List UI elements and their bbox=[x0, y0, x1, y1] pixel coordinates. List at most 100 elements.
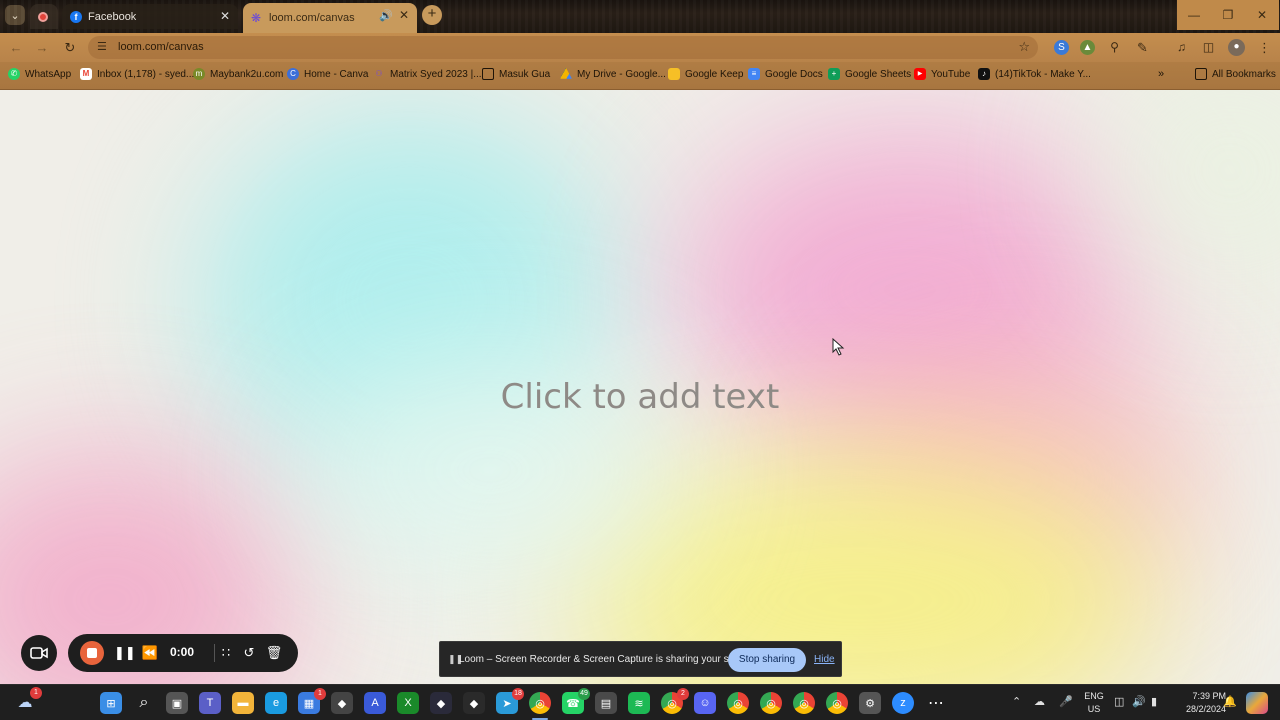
new-tab-button[interactable]: + bbox=[422, 5, 442, 25]
tab-facebook[interactable]: f Facebook ✕ bbox=[62, 4, 238, 29]
tab-loom-canvas[interactable]: ❋ loom.com/canvas 🔊 ✕ bbox=[243, 3, 417, 33]
bookmark-docs[interactable]: ≡ Google Docs bbox=[748, 68, 823, 80]
taskbar-app-start[interactable]: ⊞ bbox=[100, 692, 122, 714]
taskbar-app-teams[interactable]: T bbox=[199, 692, 221, 714]
battery-icon[interactable]: ▮ bbox=[1151, 695, 1157, 708]
taskbar-app-spotify[interactable]: ≋ bbox=[628, 692, 650, 714]
tab-title: loom.com/canvas bbox=[269, 12, 355, 24]
camera-toggle-button[interactable] bbox=[21, 635, 57, 671]
taskbar-app-zoom[interactable]: z bbox=[892, 692, 914, 714]
canvas-text-placeholder[interactable]: Click to add text bbox=[0, 377, 1280, 417]
telegram-icon: ➤ bbox=[502, 697, 512, 710]
taskbar-app-whatsapp[interactable]: ☎ 49 bbox=[562, 688, 590, 714]
delete-recording-button[interactable]: 🗑 bbox=[265, 643, 283, 663]
weather-widget[interactable]: ☁ 1 bbox=[14, 687, 42, 713]
close-icon[interactable]: ✕ bbox=[399, 8, 409, 22]
taskbar-app-xbox[interactable]: X bbox=[397, 692, 419, 714]
taskbar-app-chrome[interactable]: ◎ bbox=[529, 692, 551, 714]
tab-search-button[interactable]: ⌄ bbox=[5, 5, 25, 25]
extensions-puzzle-icon[interactable]: ✎ bbox=[1135, 40, 1150, 55]
close-icon[interactable]: ✕ bbox=[220, 9, 230, 23]
taskbar-app-chrome[interactable]: ◎ bbox=[793, 692, 815, 714]
tab-title: Facebook bbox=[88, 10, 137, 23]
minimize-button[interactable]: — bbox=[1177, 0, 1211, 30]
taskbar-app-discord[interactable]: ☺ bbox=[694, 692, 716, 714]
lens-icon[interactable]: ⚲ bbox=[1107, 40, 1122, 55]
address-bar[interactable]: ☰ loom.com/canvas ☆ bbox=[88, 36, 1038, 59]
chevron-up-icon[interactable]: ⌃ bbox=[1012, 695, 1021, 708]
taskbar-app-app[interactable]: ◆ bbox=[463, 692, 485, 714]
restart-button[interactable]: ↺ bbox=[240, 643, 258, 663]
drawing-tools-button[interactable]: ∷ bbox=[217, 643, 235, 663]
speaker-icon[interactable]: 🔊 bbox=[379, 9, 393, 22]
media-control-icon[interactable]: ♫ bbox=[1174, 40, 1189, 55]
chrome-icon: ◎ bbox=[733, 697, 743, 710]
menu-kebab-icon[interactable]: ⋮ bbox=[1257, 40, 1272, 55]
bookmarks-overflow-button[interactable]: » bbox=[1158, 68, 1164, 80]
canva-icon: C bbox=[287, 68, 299, 80]
profile-avatar[interactable]: ● bbox=[1228, 39, 1245, 56]
taskbar-app-app[interactable]: ◆ bbox=[331, 692, 353, 714]
bookmark-matrix[interactable]: ⚇ Matrix Syed 2023 |... bbox=[373, 68, 481, 80]
chrome-icon: ◎ bbox=[667, 697, 677, 710]
grid-dots-icon: ∷ bbox=[221, 645, 231, 660]
bookmark-youtube[interactable]: ▶ YouTube bbox=[914, 68, 970, 80]
microphone-icon[interactable]: 🎤 bbox=[1059, 695, 1073, 708]
sheets-icon: + bbox=[828, 68, 840, 80]
extension-icon[interactable]: S bbox=[1054, 40, 1069, 55]
hide-link[interactable]: Hide bbox=[814, 654, 835, 665]
bell-icon[interactable]: 🔔 bbox=[1223, 695, 1237, 708]
forward-button[interactable]: → bbox=[33, 39, 51, 57]
maybank-icon: m bbox=[193, 68, 205, 80]
taskbar-app-edge[interactable]: e bbox=[265, 692, 287, 714]
back-button[interactable]: ← bbox=[7, 39, 25, 57]
bookmark-maybank[interactable]: m Maybank2u.com bbox=[193, 68, 283, 80]
bookmark-whatsapp[interactable]: ✆ WhatsApp bbox=[8, 68, 71, 80]
bookmark-keep[interactable]: Google Keep bbox=[668, 68, 743, 80]
taskbar-app-calculator[interactable]: ▤ bbox=[595, 692, 617, 714]
volume-icon[interactable]: 🔊 bbox=[1132, 695, 1146, 708]
taskbar-app-telegram[interactable]: ➤ 18 bbox=[496, 688, 524, 714]
stop-sharing-button[interactable]: Stop sharing bbox=[728, 648, 806, 672]
stop-recording-button[interactable] bbox=[80, 641, 104, 665]
input-language[interactable]: ENG US bbox=[1082, 690, 1106, 716]
taskbar-app-search[interactable]: ⌕ bbox=[133, 692, 155, 714]
taskbar-app-affinity[interactable]: A bbox=[364, 692, 386, 714]
close-window-button[interactable]: ✕ bbox=[1245, 0, 1279, 30]
pause-button[interactable]: ❚❚ bbox=[114, 643, 136, 663]
taskbar-app-chrome[interactable]: ◎ bbox=[826, 692, 848, 714]
taskbar-app-chrome[interactable]: ◎ bbox=[760, 692, 782, 714]
copilot-icon[interactable] bbox=[1246, 692, 1268, 714]
bookmark-star-icon[interactable]: ☆ bbox=[1018, 39, 1030, 55]
display-icon[interactable]: ◫ bbox=[1114, 695, 1124, 708]
bookmark-sheets[interactable]: + Google Sheets bbox=[828, 68, 911, 80]
taskbar-app-settings[interactable]: ⚙ bbox=[859, 692, 881, 714]
taskbar-app-chrome[interactable]: ◎ 2 bbox=[661, 688, 689, 714]
taskbar-app-chrome[interactable]: ◎ bbox=[727, 692, 749, 714]
url-text[interactable]: loom.com/canvas bbox=[118, 41, 204, 53]
bookmark-drive[interactable]: My Drive - Google... bbox=[560, 68, 666, 80]
loom-canvas[interactable]: Click to add text bbox=[0, 90, 1280, 684]
reload-button[interactable]: ↻ bbox=[61, 39, 79, 57]
chrome-icon: ◎ bbox=[832, 697, 842, 710]
extension-icon[interactable]: ▲ bbox=[1080, 40, 1095, 55]
taskbar-app-more[interactable]: ⋯ bbox=[925, 692, 947, 714]
sharing-message: Loom – Screen Recorder & Screen Capture … bbox=[459, 654, 757, 665]
taskbar-app-app[interactable]: ◆ bbox=[430, 692, 452, 714]
taskbar-app-task-view[interactable]: ▣ bbox=[166, 692, 188, 714]
side-panel-icon[interactable]: ◫ bbox=[1201, 40, 1216, 55]
tab-recording[interactable] bbox=[30, 4, 58, 29]
taskbar-app-file-explorer[interactable]: ▬ bbox=[232, 692, 254, 714]
site-settings-icon[interactable]: ☰ bbox=[97, 40, 107, 53]
recording-control-bar: ❚❚ ⏪ 0:00 ∷ ↺ 🗑 bbox=[68, 634, 298, 672]
bookmark-tiktok[interactable]: ♪ (14)TikTok - Make Y... bbox=[978, 68, 1091, 80]
bookmark-gmail[interactable]: M Inbox (1,178) - syed... bbox=[80, 68, 194, 80]
system-clock[interactable]: 7:39 PM 28/2/2024 bbox=[1176, 690, 1226, 716]
taskbar-app-store[interactable]: ▦ 1 bbox=[298, 688, 326, 714]
restore-button[interactable]: ❐ bbox=[1211, 0, 1245, 30]
bookmark-folder-masuk-gua[interactable]: Masuk Gua bbox=[482, 68, 550, 80]
onedrive-icon[interactable]: ☁ bbox=[1034, 695, 1045, 708]
rewind-button[interactable]: ⏪ bbox=[141, 643, 159, 663]
all-bookmarks-button[interactable]: All Bookmarks bbox=[1195, 68, 1276, 80]
bookmark-canva[interactable]: C Home - Canva bbox=[287, 68, 368, 80]
